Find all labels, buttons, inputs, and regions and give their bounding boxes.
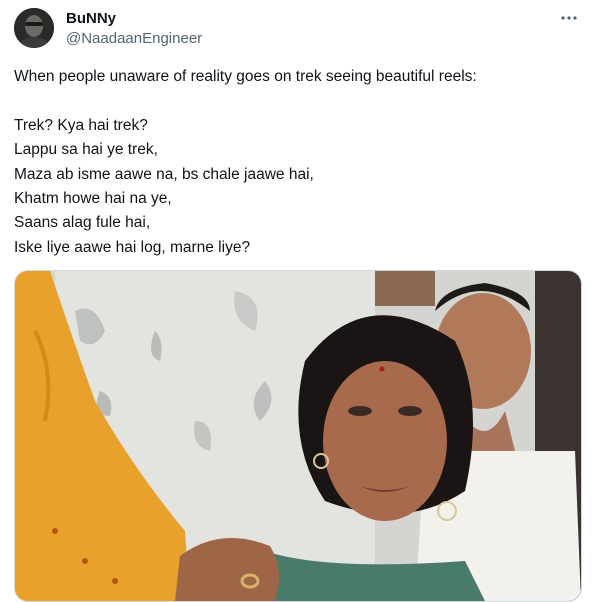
- tweet-media-image[interactable]: [14, 270, 582, 602]
- avatar-image: [14, 8, 54, 48]
- tweet-text-line: Maza ab isme aawe na, bs chale jaawe hai…: [14, 165, 314, 183]
- author-name[interactable]: BuNNy: [66, 10, 116, 27]
- tweet-text-line: Trek? Kya hai trek?: [14, 116, 148, 134]
- tweet-text-spacer: [14, 89, 584, 113]
- tweet-text-line: When people unaware of reality goes on t…: [14, 68, 477, 85]
- tweet-text-line: Iske liye aawe hai log, marne liye?: [14, 238, 251, 256]
- media-photo: [15, 271, 581, 601]
- tweet-text-line: Saans alag fule hai,: [14, 214, 151, 232]
- author-handle[interactable]: @NaadaanEngineer: [66, 30, 202, 47]
- more-horizontal-icon[interactable]: [557, 8, 581, 28]
- tweet-card: BuNNy @NaadaanEngineer When people unawa…: [0, 0, 599, 602]
- tweet-text-line: Khatm howe hai na ye,: [14, 189, 172, 207]
- tweet-text: When people unaware of reality goes on t…: [14, 65, 584, 260]
- tweet-text-line: Lappu sa hai ye trek,: [14, 141, 158, 159]
- avatar[interactable]: [14, 8, 54, 48]
